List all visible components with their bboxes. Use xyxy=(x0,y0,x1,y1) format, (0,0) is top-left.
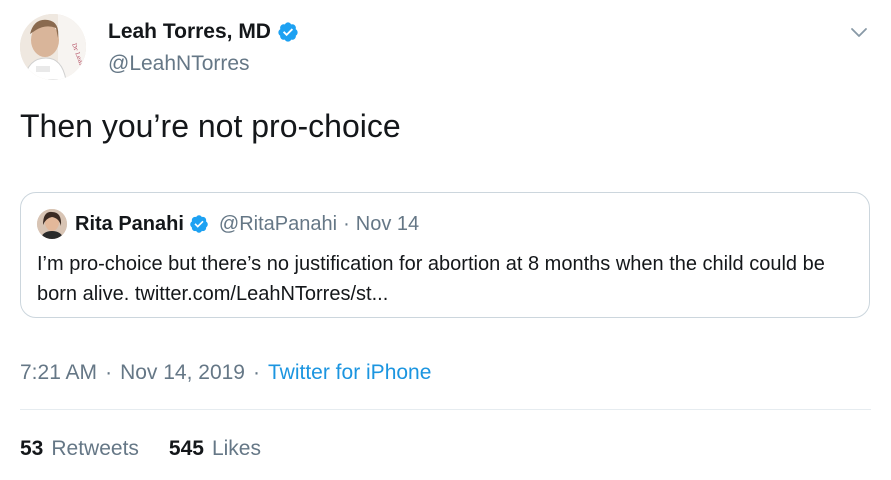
retweets-stat[interactable]: 53 Retweets xyxy=(20,434,139,464)
chevron-down-icon[interactable] xyxy=(849,22,869,42)
likes-count: 545 xyxy=(168,437,204,460)
tweet-date[interactable]: Nov 14, 2019 xyxy=(120,358,245,388)
tweet-stats: 53 Retweets 545 Likes xyxy=(20,434,291,464)
quoted-author-name: Rita Panahi xyxy=(75,212,184,235)
retweets-label: Retweets xyxy=(51,437,139,460)
tweet-time[interactable]: 7:21 AM xyxy=(20,358,97,388)
meta-separator: · xyxy=(253,361,260,384)
tweet-text: Then you’re not pro-choice xyxy=(20,108,401,144)
quoted-tweet-text: I’m pro-choice but there’s no justificat… xyxy=(37,253,825,305)
meta-separator: · xyxy=(105,361,113,384)
author-block: Leah Torres, MD @LeahNTorres xyxy=(108,18,299,78)
quoted-author-avatar xyxy=(37,209,67,239)
verified-badge-icon xyxy=(277,21,299,43)
retweets-count: 53 xyxy=(20,437,44,460)
author-name[interactable]: Leah Torres, MD xyxy=(108,18,271,46)
quoted-author-handle: @RitaPanahi xyxy=(218,212,338,235)
divider xyxy=(20,409,871,410)
verified-badge-icon xyxy=(189,214,209,234)
author-avatar[interactable]: Dr Leah Torres xyxy=(20,14,86,80)
quoted-date: Nov 14 xyxy=(355,212,420,235)
quoted-tweet-card[interactable]: Rita Panahi @RitaPanahi · Nov 14 I’m pro… xyxy=(20,192,870,318)
author-handle[interactable]: @LeahNTorres xyxy=(108,50,299,78)
likes-label: Likes xyxy=(211,437,261,460)
author-avatar-image: Dr Leah Torres xyxy=(20,14,86,80)
likes-stat[interactable]: 545 Likes xyxy=(169,434,261,464)
tweet-source-link[interactable]: Twitter for iPhone xyxy=(268,358,431,388)
tweet-meta: 7:21 AM · Nov 14, 2019 · Twitter for iPh… xyxy=(20,358,431,388)
quoted-tweet-header: Rita Panahi @RitaPanahi · Nov 14 xyxy=(37,209,419,239)
author-name-row: Leah Torres, MD xyxy=(108,18,299,46)
quoted-separator: · xyxy=(343,212,350,235)
